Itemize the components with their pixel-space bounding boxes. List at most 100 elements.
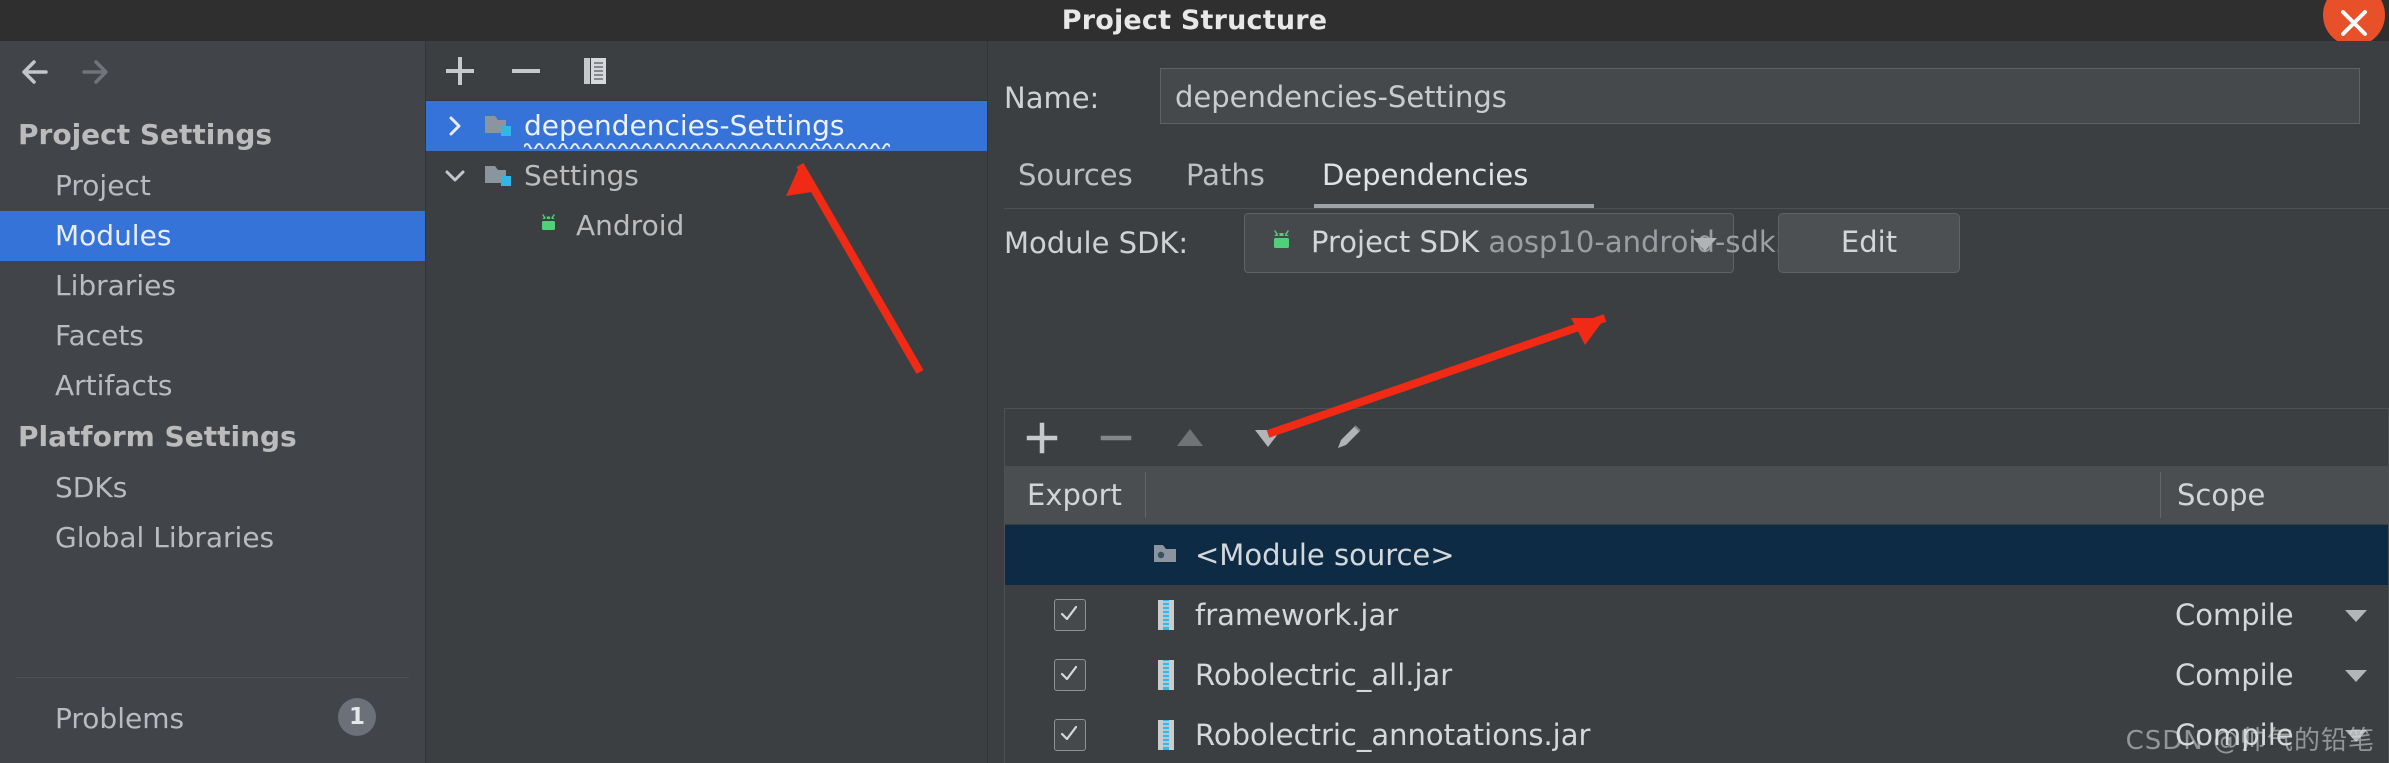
sidebar-navigation	[0, 41, 425, 101]
dependency-name-cell: framework.jar (/home/zzh0838/Project/And…	[1195, 585, 2175, 645]
sidebar-divider	[16, 677, 409, 678]
remove-dependency-button[interactable]	[1093, 417, 1139, 459]
back-button[interactable]	[16, 55, 62, 89]
sidebar-item-libraries[interactable]: Libraries	[0, 261, 425, 311]
forward-button[interactable]	[76, 55, 122, 89]
sidebar-item-sdks[interactable]: SDKs	[0, 463, 425, 513]
chevron-down-icon	[1693, 238, 1717, 251]
sidebar-item-artifacts[interactable]: Artifacts	[0, 361, 425, 411]
dependencies-table-header: Export Scope	[1005, 466, 2388, 525]
tree-node-label: Android	[576, 201, 684, 251]
dependencies-table: Export Scope <Module source>	[1004, 466, 2389, 763]
dependency-name: framework.jar	[1195, 585, 2175, 645]
column-divider[interactable]	[2160, 472, 2161, 518]
module-sdk-value: Project SDK aosp10-android-sdk29	[1311, 214, 1813, 270]
sidebar-list: Project Settings Project Modules Librari…	[0, 109, 425, 563]
sidebar-group-project-settings: Project Settings	[0, 109, 425, 161]
dependency-toolbar	[1004, 408, 2389, 466]
tab-sources[interactable]: Sources	[1004, 146, 1147, 208]
sidebar-item-modules[interactable]: Modules	[0, 211, 425, 261]
tab-paths[interactable]: Paths	[1172, 146, 1279, 208]
table-row[interactable]: <Module source>	[1005, 525, 2388, 585]
table-row[interactable]: framework.jar (/home/zzh0838/Project/And…	[1005, 585, 2388, 645]
checkmark-icon	[1059, 664, 1079, 684]
chevron-right-icon	[440, 101, 470, 151]
triangle-down-icon	[1245, 417, 1291, 459]
dependency-name-cell: <Module source>	[1195, 525, 2175, 585]
pencil-icon	[1325, 417, 1371, 459]
close-icon	[2339, 8, 2369, 38]
plus-icon	[1019, 417, 1065, 459]
scope-value[interactable]: Compile	[2175, 585, 2294, 645]
remove-module-button[interactable]	[504, 53, 548, 89]
export-checkbox[interactable]	[1054, 599, 1086, 631]
column-divider[interactable]	[1145, 472, 1146, 518]
module-folder-icon	[484, 113, 514, 139]
android-icon	[1267, 229, 1301, 261]
add-dependency-button[interactable]	[1019, 417, 1065, 459]
module-detail-pane: Name: dependencies-Settings Sources Path…	[988, 41, 2389, 763]
jar-icon	[1153, 599, 1181, 631]
table-row[interactable]: Robolectric_all.jar (/home/zzh0838/Proje…	[1005, 645, 2388, 705]
minus-icon	[1093, 417, 1139, 459]
expand-toggle[interactable]	[440, 101, 470, 151]
module-folder-icon	[484, 163, 514, 189]
copy-module-button[interactable]	[572, 53, 616, 89]
window-title: Project Structure	[0, 0, 2389, 41]
tab-dependencies[interactable]: Dependencies	[1308, 146, 1542, 208]
edit-dependency-button[interactable]	[1325, 417, 1371, 459]
active-tab-indicator	[1314, 204, 1594, 208]
add-module-button[interactable]	[438, 53, 482, 89]
chevron-down-icon[interactable]	[2345, 610, 2367, 622]
chevron-down-icon[interactable]	[2345, 670, 2367, 682]
watermark: CSDN @帅气的铅笔	[2126, 720, 2375, 757]
copy-icon	[572, 53, 616, 89]
export-checkbox[interactable]	[1054, 719, 1086, 751]
tree-node-dependencies-settings[interactable]: dependencies-Settings	[426, 101, 987, 151]
problems-count-badge: 1	[338, 698, 376, 736]
scope-value[interactable]: Compile	[2175, 645, 2294, 705]
chevron-down-icon	[440, 151, 470, 201]
sidebar-item-problems[interactable]: Problems 1	[0, 691, 425, 747]
dependency-name: Robolectric_annotations.jar	[1195, 705, 2175, 763]
edit-sdk-button[interactable]: Edit	[1778, 213, 1960, 273]
export-checkbox[interactable]	[1054, 659, 1086, 691]
sidebar-item-facets[interactable]: Facets	[0, 311, 425, 361]
move-down-button[interactable]	[1245, 417, 1291, 459]
module-tree: dependencies-Settings Setting	[426, 101, 987, 251]
column-header-scope[interactable]: Scope	[2177, 466, 2265, 524]
collapse-toggle[interactable]	[440, 151, 470, 201]
move-up-button[interactable]	[1167, 417, 1213, 459]
module-source-icon	[1153, 539, 1181, 571]
minus-icon	[504, 53, 548, 89]
module-tree-pane: dependencies-Settings Setting	[426, 41, 988, 763]
dependency-name-cell: Robolectric_annotations.jar (/home/zzh08…	[1195, 705, 2175, 763]
tree-node-android[interactable]: Android	[426, 201, 987, 251]
name-label: Name:	[1004, 81, 1099, 115]
module-sdk-dropdown[interactable]: Project SDK aosp10-android-sdk29	[1244, 213, 1734, 273]
tree-node-label: Settings	[524, 151, 639, 201]
title-bar: Project Structure	[0, 0, 2389, 42]
arrow-right-icon	[76, 55, 122, 89]
sidebar-item-global-libraries[interactable]: Global Libraries	[0, 513, 425, 563]
dependency-name-cell: Robolectric_all.jar (/home/zzh0838/Proje…	[1195, 645, 2175, 705]
dependency-name: Robolectric_all.jar	[1195, 645, 2175, 705]
checkmark-icon	[1059, 724, 1079, 744]
jar-icon	[1153, 659, 1181, 691]
problems-label: Problems	[55, 691, 184, 747]
sidebar-group-platform-settings: Platform Settings	[0, 411, 425, 463]
project-structure-dialog: Project Structure Project Settings Proje…	[0, 0, 2389, 763]
dependency-name: <Module source>	[1195, 525, 2175, 585]
tree-node-settings[interactable]: Settings	[426, 151, 987, 201]
column-header-export[interactable]: Export	[1027, 466, 1122, 524]
arrow-left-icon	[16, 55, 62, 89]
module-tree-toolbar	[426, 41, 987, 101]
module-sdk-label: Module SDK:	[1004, 226, 1188, 260]
settings-sidebar: Project Settings Project Modules Librari…	[0, 41, 426, 763]
detail-tabs: Sources Paths Dependencies	[1004, 146, 2389, 209]
module-sdk-primary: Project SDK	[1311, 225, 1479, 259]
module-name-input[interactable]: dependencies-Settings	[1160, 68, 2360, 124]
checkmark-icon	[1059, 604, 1079, 624]
plus-icon	[438, 53, 482, 89]
sidebar-item-project[interactable]: Project	[0, 161, 425, 211]
